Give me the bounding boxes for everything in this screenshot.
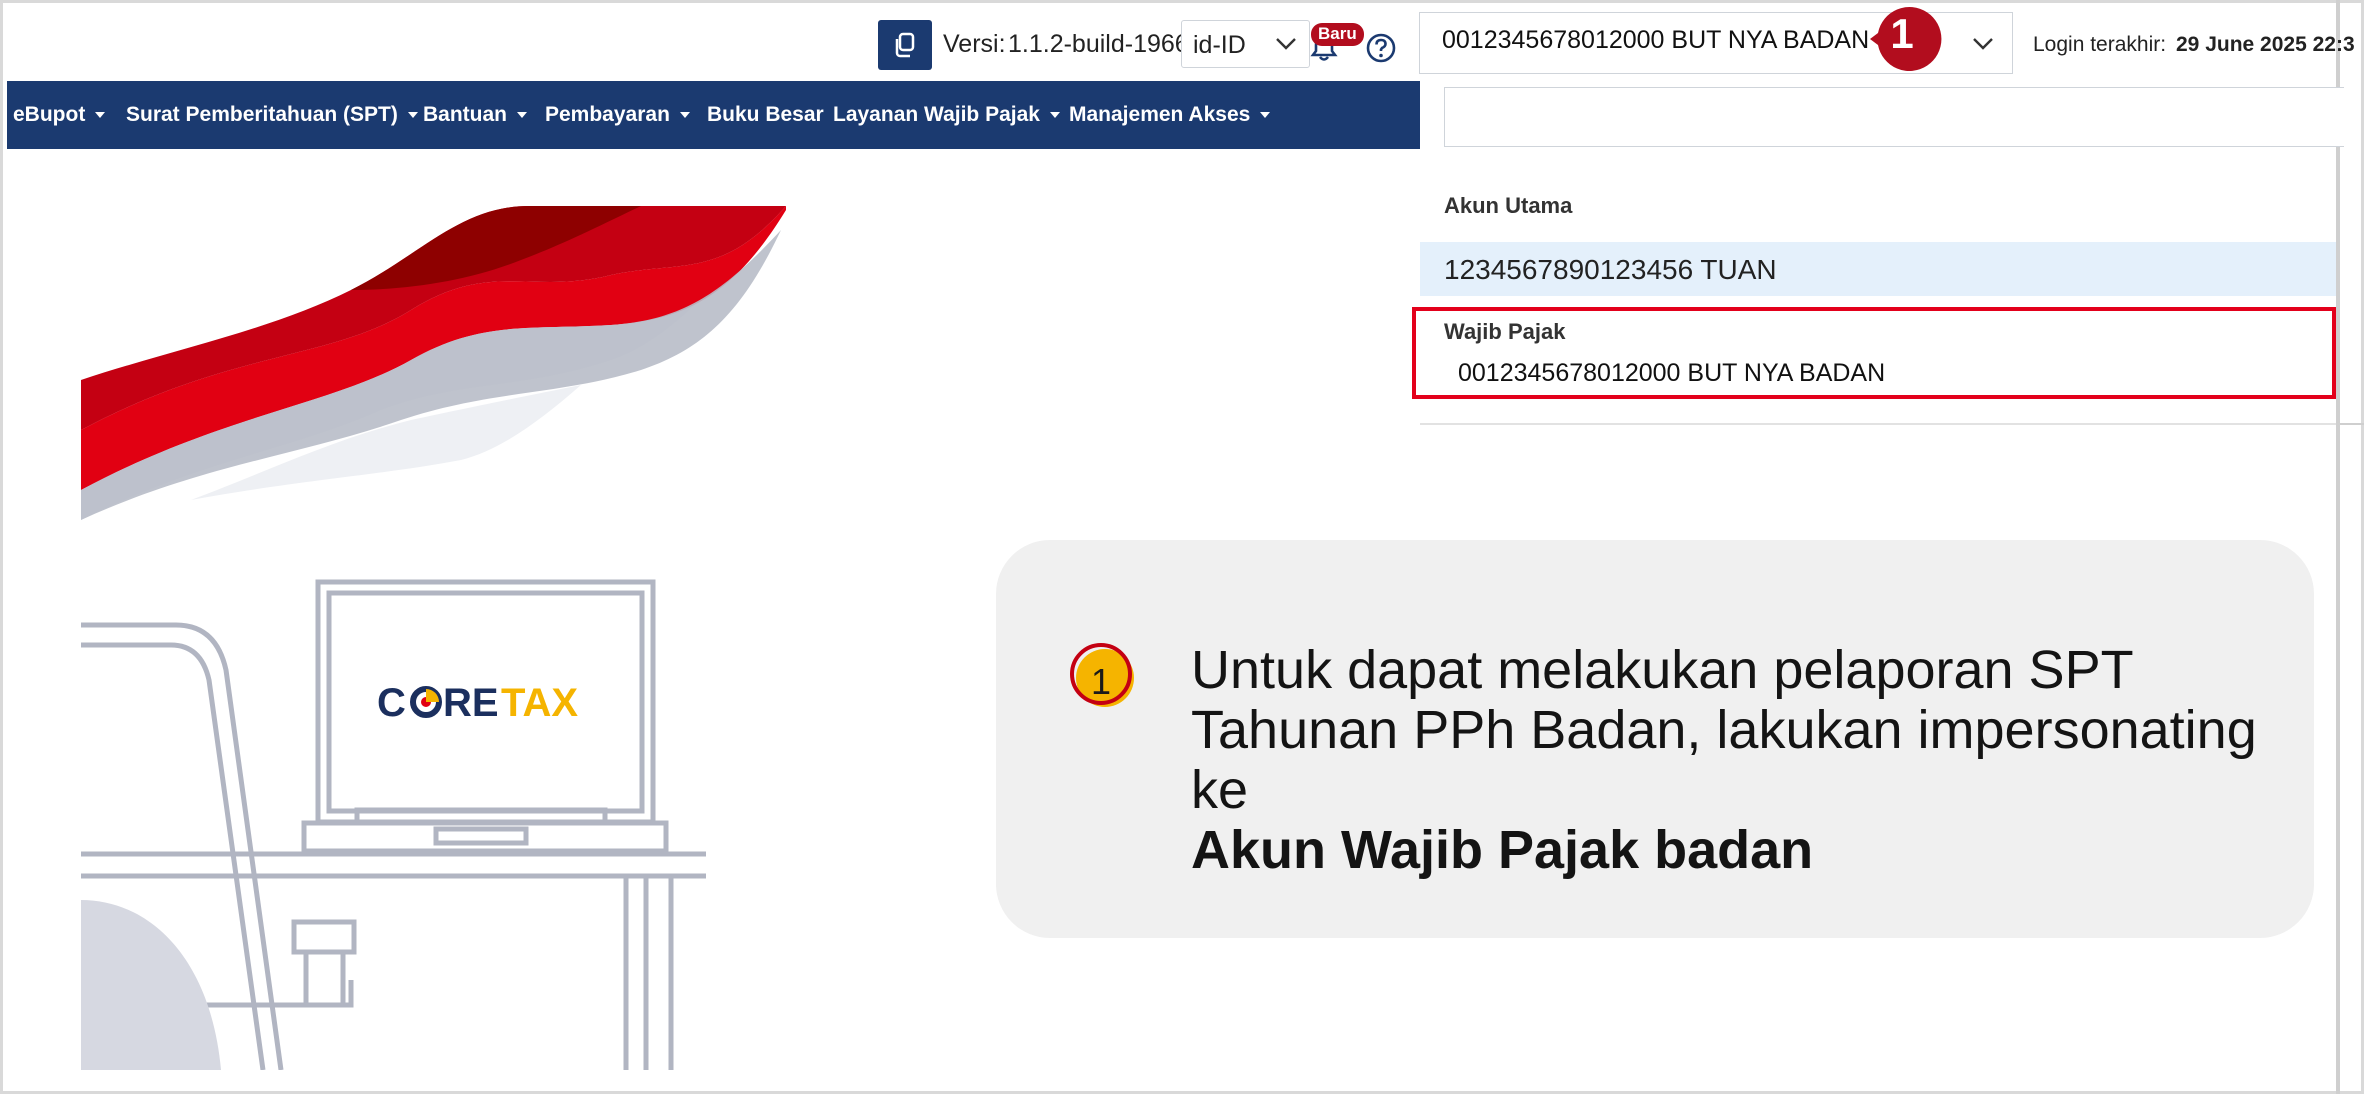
- nav-item-label: Manajemen Akses: [1069, 103, 1251, 126]
- new-badge: Baru: [1311, 23, 1364, 46]
- primary-account-label: Akun Utama: [1444, 193, 1573, 218]
- callout-number-badge: 1: [1069, 642, 1137, 710]
- caret-down-icon: [679, 112, 690, 119]
- caret-down-icon: [1260, 112, 1271, 119]
- flag-graphic: [81, 205, 786, 520]
- copy-icon: [895, 32, 915, 58]
- logo-letter-c: C: [377, 681, 406, 725]
- dropdown-divider: [1420, 423, 2336, 425]
- language-select[interactable]: id-ID: [1181, 20, 1310, 68]
- taxpayer-select-value: 0012345678012000 BUT NYA BADAN: [1442, 26, 1870, 54]
- copy-button[interactable]: [878, 20, 932, 70]
- callout-body: Untuk dapat melakukan pelaporan SPT Tahu…: [1191, 640, 2257, 820]
- nav-item-manajemen-akses[interactable]: Manajemen Akses: [1069, 103, 1271, 127]
- chair-shape: [81, 900, 221, 1070]
- taxpayer-account-option[interactable]: 0012345678012000 BUT NYA BADAN: [1458, 359, 1885, 388]
- nav-item-label: Pembayaran: [545, 103, 670, 126]
- version-label: Versi:: [943, 30, 1006, 58]
- taxpayer-group-label: Wajib Pajak: [1444, 319, 1566, 344]
- login-value: 29 June 2025 22:3: [2176, 33, 2355, 56]
- caret-down-icon: [517, 112, 527, 119]
- step-marker: 1: [1866, 0, 1946, 78]
- nav-item-label: Buku Besar: [707, 103, 824, 126]
- logo-letters-re: RE: [443, 681, 499, 725]
- callout-number: 1: [1090, 661, 1112, 702]
- callout-text: Untuk dapat melakukan pelaporan SPT Tahu…: [1191, 640, 2301, 880]
- primary-account-option[interactable]: 1234567890123456 TUAN: [1420, 242, 2336, 296]
- chevron-down-icon: [1276, 38, 1296, 50]
- coretax-illustration: C RE TAX: [81, 205, 786, 1070]
- divider-extension: [2340, 423, 2364, 425]
- caret-down-icon: [1049, 112, 1060, 119]
- step-marker-number: 1: [1890, 10, 1914, 57]
- nav-item-label: Bantuan: [423, 103, 507, 126]
- callout-emphasis: Akun Wajib Pajak badan: [1191, 820, 1814, 880]
- logo-letters-tax: TAX: [501, 681, 578, 725]
- nav-item-label: Surat Pemberitahuan (SPT): [126, 103, 398, 126]
- nav-item-buku-besar[interactable]: Buku Besar: [707, 103, 824, 127]
- coretax-logo: C RE TAX: [377, 681, 578, 725]
- nav-item-label: Layanan Wajib Pajak: [833, 103, 1040, 126]
- nav-item-label: eBupot: [13, 103, 86, 126]
- nav-item-spt[interactable]: Surat Pemberitahuan (SPT): [126, 103, 418, 127]
- chevron-down-icon: [1973, 38, 1993, 50]
- nav-item-bantuan[interactable]: Bantuan: [423, 103, 527, 127]
- language-value: id-ID: [1193, 31, 1246, 59]
- primary-account-value: 1234567890123456 TUAN: [1444, 254, 1777, 285]
- login-label: Login terakhir:: [2033, 33, 2167, 56]
- nav-item-ebupot[interactable]: eBupot: [13, 103, 106, 127]
- nav-item-pembayaran[interactable]: Pembayaran: [545, 103, 690, 127]
- caret-down-icon: [407, 112, 418, 119]
- version-value: 1.1.2-build-1966: [1008, 30, 1189, 58]
- caret-down-icon: [95, 112, 106, 119]
- nav-item-layanan-wajib-pajak[interactable]: Layanan Wajib Pajak: [833, 103, 1060, 127]
- account-search-input[interactable]: [1444, 87, 2344, 147]
- main-navbar: eBupot Surat Pemberitahuan (SPT) Bantuan…: [7, 81, 1420, 149]
- window-edge: [2336, 0, 2340, 1094]
- help-icon[interactable]: [1366, 33, 1396, 63]
